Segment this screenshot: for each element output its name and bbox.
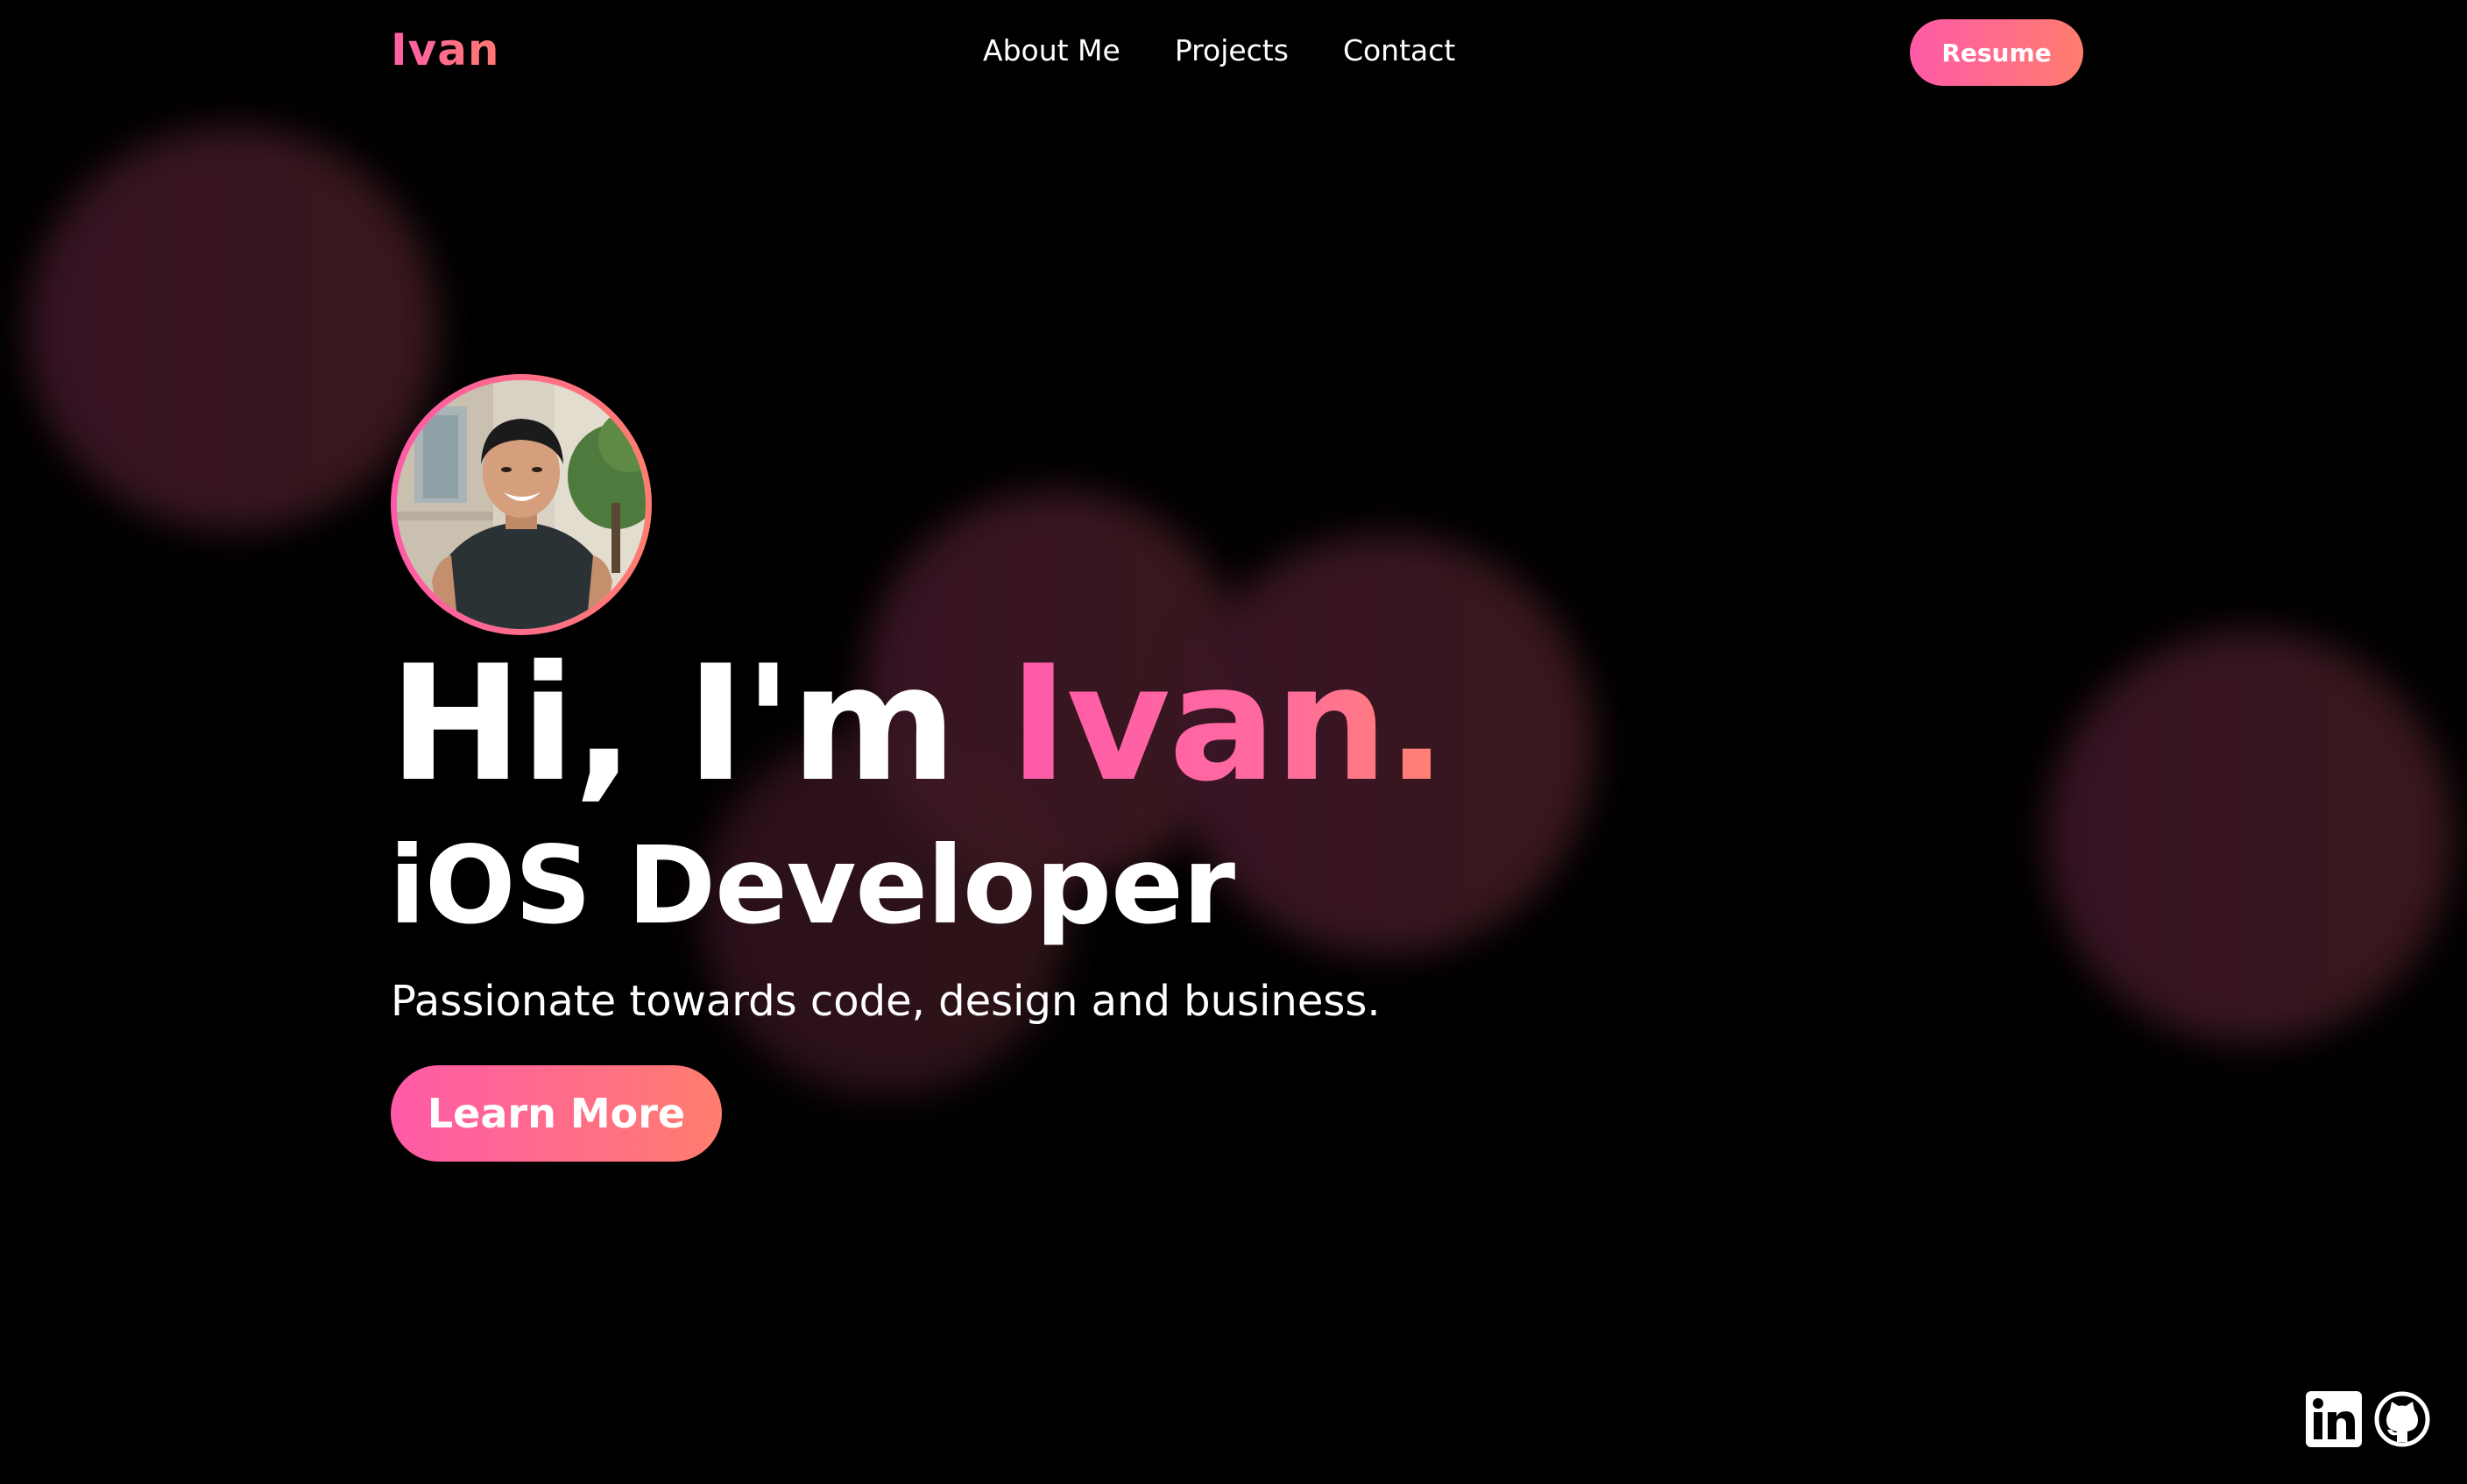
top-nav: Ivan About Me Projects Contact Resume — [0, 0, 2467, 107]
nav-link-projects[interactable]: Projects — [1175, 33, 1289, 67]
person-photo-icon — [397, 380, 646, 629]
hero-name: Ivan. — [1008, 631, 1447, 816]
hero-heading: Hi, I'm Ivan. — [389, 644, 1447, 803]
nav-link-contact[interactable]: Contact — [1343, 33, 1455, 67]
resume-button[interactable]: Resume — [1910, 19, 2083, 86]
bokeh-circle — [26, 127, 438, 530]
page: Ivan About Me Projects Contact Resume Hi… — [0, 0, 2467, 1484]
learn-more-button[interactable]: Learn More — [391, 1065, 722, 1162]
brand-logo[interactable]: Ivan — [391, 25, 500, 75]
hero-role: iOS Developer — [389, 823, 1235, 948]
github-icon[interactable] — [2374, 1391, 2430, 1447]
nav-link-about-me[interactable]: About Me — [983, 33, 1120, 67]
bokeh-circle — [2046, 631, 2453, 1042]
avatar-photo — [397, 380, 646, 629]
hero-tagline: Passionate towards code, design and busi… — [391, 977, 1381, 1026]
linkedin-icon[interactable] — [2306, 1391, 2362, 1447]
nav-links: About Me Projects Contact — [983, 33, 1455, 67]
avatar — [391, 374, 652, 635]
hero-greeting: Hi, I'm — [389, 631, 1009, 816]
